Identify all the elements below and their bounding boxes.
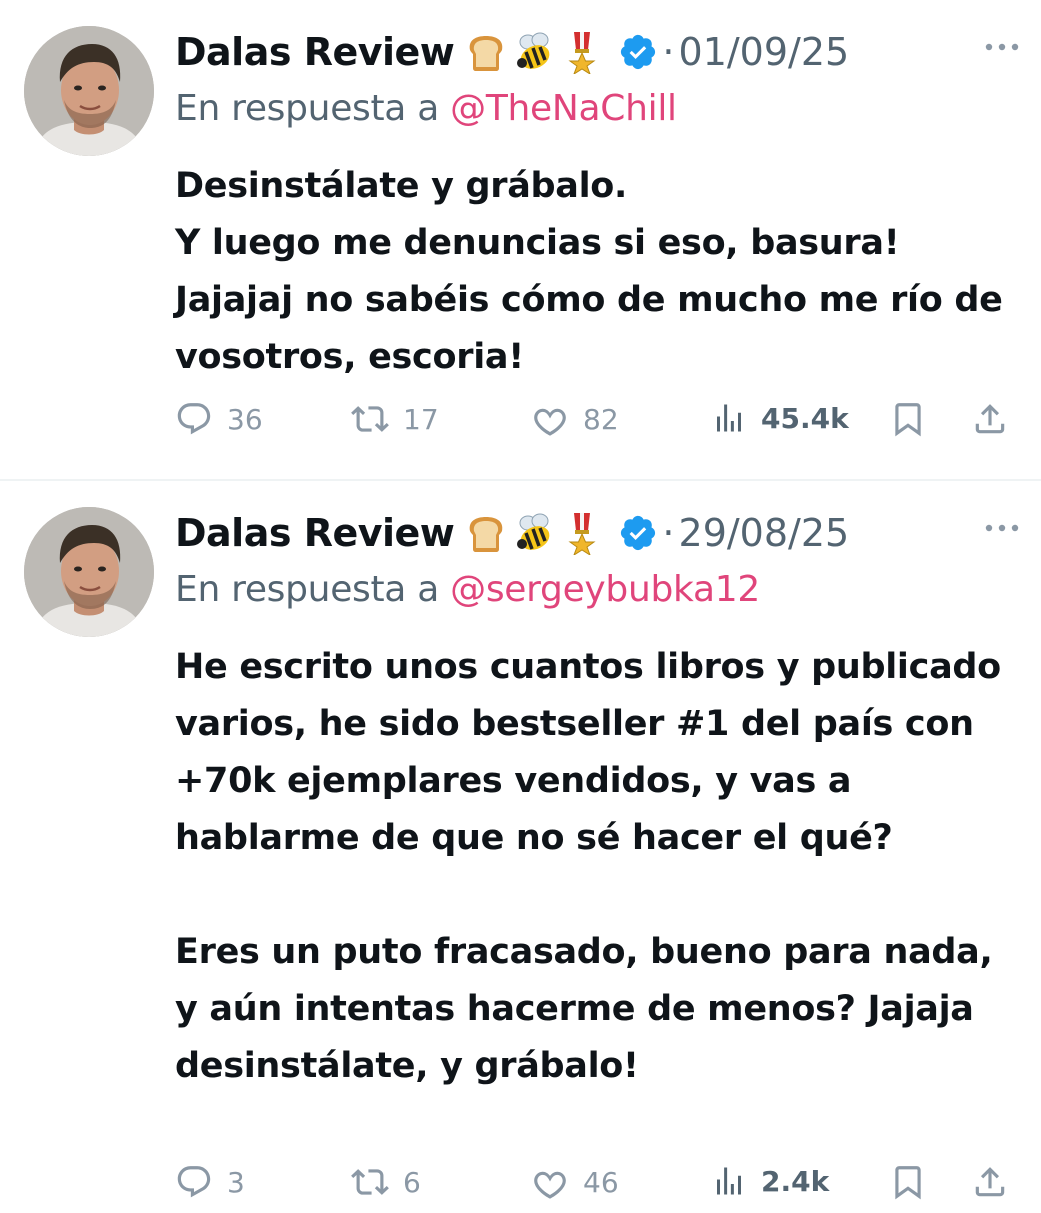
bookmark-icon — [889, 400, 927, 438]
like-count: 82 — [583, 402, 619, 436]
like-button[interactable]: 82 — [531, 400, 619, 438]
action-bar: 36 17 82 45.4k — [175, 400, 1020, 450]
tweet-date[interactable]: 29/08/25 — [679, 511, 850, 555]
military-medal-emoji-icon — [560, 30, 604, 74]
retweet-count: 6 — [403, 1165, 421, 1199]
retweet-icon — [351, 400, 389, 438]
like-button[interactable]: 46 — [531, 1163, 619, 1201]
reply-handle[interactable]: @TheNaChill — [450, 88, 677, 129]
retweet-button[interactable]: 17 — [351, 400, 439, 438]
bookmark-button[interactable] — [889, 1163, 941, 1201]
bee-emoji-icon — [512, 511, 556, 555]
reply-prefix: En respuesta a — [175, 569, 439, 610]
bread-emoji-icon — [464, 30, 508, 74]
share-icon — [971, 400, 1009, 438]
like-count: 46 — [583, 1165, 619, 1199]
reply-icon — [175, 1163, 213, 1201]
tweet[interactable]: Dalas Review · 01/09/25 En respuesta a @… — [0, 0, 1041, 480]
bread-emoji-icon — [464, 511, 508, 555]
avatar[interactable] — [24, 507, 154, 637]
reply-prefix: En respuesta a — [175, 88, 439, 129]
retweet-button[interactable]: 6 — [351, 1163, 421, 1201]
tweet-text: Desinstálate y grábalo. Y luego me denun… — [175, 166, 1003, 377]
date-separator: · — [662, 511, 675, 555]
views-icon — [711, 400, 747, 436]
views-count: 2.4k — [761, 1164, 830, 1198]
author-emojis — [464, 511, 604, 555]
verified-badge-icon[interactable] — [618, 32, 658, 72]
avatar-image — [24, 507, 154, 637]
reply-count: 3 — [227, 1165, 245, 1199]
like-icon — [531, 1163, 569, 1201]
tweet-text: He escrito unos cuantos libros y publica… — [175, 647, 1001, 1086]
share-button[interactable] — [971, 1163, 1023, 1201]
retweet-icon — [351, 1163, 389, 1201]
share-button[interactable] — [971, 400, 1023, 438]
bookmark-button[interactable] — [889, 400, 941, 438]
reply-context: En respuesta a @sergeybubka12 — [175, 569, 760, 610]
reply-count: 36 — [227, 402, 263, 436]
action-bar: 3 6 46 2.4k — [175, 1163, 1020, 1213]
more-options-icon[interactable] — [984, 42, 1020, 52]
views-button[interactable]: 45.4k — [711, 400, 849, 436]
views-icon — [711, 1163, 747, 1199]
reply-button[interactable]: 36 — [175, 400, 263, 438]
verified-badge-icon[interactable] — [618, 513, 658, 553]
views-button[interactable]: 2.4k — [711, 1163, 829, 1199]
date-separator: · — [662, 30, 675, 74]
tweet-date[interactable]: 01/09/25 — [679, 30, 850, 74]
military-medal-emoji-icon — [560, 511, 604, 555]
more-options-icon[interactable] — [984, 523, 1020, 533]
author-name[interactable]: Dalas Review — [175, 511, 455, 555]
tweet-header: Dalas Review · 29/08/25 — [175, 505, 1020, 561]
bee-emoji-icon — [512, 30, 556, 74]
tweet[interactable]: Dalas Review · 29/08/25 En respuesta a @… — [0, 481, 1041, 1200]
reply-handle[interactable]: @sergeybubka12 — [450, 569, 760, 610]
avatar[interactable] — [24, 26, 154, 156]
like-icon — [531, 400, 569, 438]
avatar-image — [24, 26, 154, 156]
views-count: 45.4k — [761, 401, 849, 435]
retweet-count: 17 — [403, 402, 439, 436]
author-name[interactable]: Dalas Review — [175, 30, 455, 74]
reply-button[interactable]: 3 — [175, 1163, 245, 1201]
reply-context: En respuesta a @TheNaChill — [175, 88, 677, 129]
tweet-header: Dalas Review · 01/09/25 — [175, 24, 1020, 80]
reply-icon — [175, 400, 213, 438]
author-emojis — [464, 30, 604, 74]
bookmark-icon — [889, 1163, 927, 1201]
share-icon — [971, 1163, 1009, 1201]
